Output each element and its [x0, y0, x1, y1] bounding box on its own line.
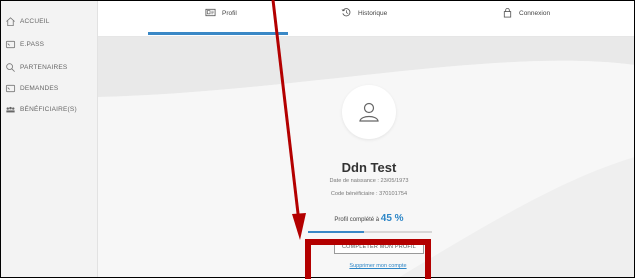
group-icon	[5, 104, 16, 115]
sidebar-item-label: ACCUEIL	[20, 17, 50, 25]
profile-name: Ddn Test	[341, 160, 397, 175]
sidebar-item-label: DEMANDES	[20, 84, 59, 92]
sidebar-item-partenaires[interactable]: PARTENAIRES	[5, 59, 67, 75]
beneficiary-code: Code bénéficiaire : 370101754	[330, 191, 408, 197]
tab-label: Profil	[222, 10, 237, 17]
tab-connexion[interactable]: Connexion	[502, 7, 550, 20]
sidebar-item-accueil[interactable]: ACCUEIL	[5, 13, 50, 29]
id-card-icon	[205, 7, 216, 20]
tab-historique[interactable]: Historique	[341, 7, 387, 20]
history-icon	[341, 7, 352, 20]
completion-progress-bar	[308, 231, 432, 233]
search-icon	[5, 62, 16, 73]
pass-icon	[5, 39, 16, 50]
sidebar-item-label: BÉNÉFICIAIRE(S)	[20, 105, 77, 113]
lock-icon	[502, 7, 513, 20]
completion-progress-fill	[308, 231, 364, 233]
tab-label: Connexion	[519, 10, 551, 17]
active-tab-indicator	[148, 32, 288, 35]
sidebar-item-demandes[interactable]: DEMANDES	[5, 80, 58, 96]
avatar	[342, 85, 396, 139]
sidebar: ACCUEIL E.PASS PARTENAIRES DEMANDES BÉNÉ…	[1, 1, 98, 277]
sidebar-item-epass[interactable]: E.PASS	[5, 36, 44, 52]
tab-profil[interactable]: Profil	[205, 7, 237, 20]
tab-label: Historique	[358, 10, 388, 17]
completion-text: Profil complété à 45 %	[268, 213, 470, 224]
profile-tabs: Profil Historique Connexion	[98, 1, 634, 37]
document-icon	[5, 83, 16, 94]
app-window: ACCUEIL E.PASS PARTENAIRES DEMANDES BÉNÉ…	[0, 0, 635, 278]
home-icon	[5, 16, 16, 27]
completion-percent: 45 %	[380, 213, 404, 224]
birth-date: Date de naissance : 23/05/1973	[329, 178, 409, 184]
sidebar-item-beneficiaires[interactable]: BÉNÉFICIAIRE(S)	[5, 101, 77, 117]
sidebar-item-label: E.PASS	[20, 40, 45, 48]
completion-label: Profil complété à	[334, 217, 380, 223]
annotation-box	[305, 239, 431, 279]
user-icon	[359, 102, 379, 122]
sidebar-item-label: PARTENAIRES	[20, 63, 68, 71]
